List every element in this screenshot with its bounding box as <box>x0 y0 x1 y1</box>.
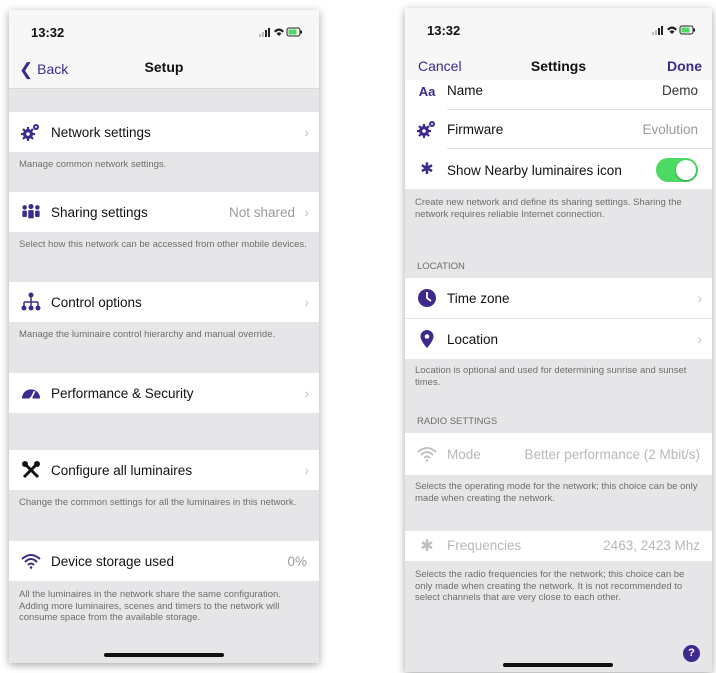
network-note: Create new network and define its sharin… <box>415 197 682 220</box>
page-title: Setup <box>144 59 184 75</box>
network-settings-label: Network settings <box>51 125 151 140</box>
nav-bar: Cancel Settings Done <box>405 44 712 80</box>
control-options-row[interactable]: Control options › <box>9 282 319 322</box>
chevron-right-icon: › <box>697 290 702 306</box>
configure-all-footer: Change the common settings for all the l… <box>9 490 319 541</box>
people-icon <box>21 202 41 222</box>
time-zone-label: Time zone <box>447 291 510 306</box>
status-icons <box>259 27 302 37</box>
configure-all-label: Configure all luminaires <box>51 463 193 478</box>
wifi-icon <box>417 444 437 464</box>
chevron-right-icon: › <box>304 462 309 478</box>
firmware-label: Firmware <box>447 122 504 137</box>
group-spacer <box>9 89 319 112</box>
sharing-settings-value: Not shared <box>228 205 295 220</box>
sharing-settings-row[interactable]: Sharing settings Not shared › <box>9 192 319 232</box>
nav-bar: ❮ Back Setup <box>9 46 319 89</box>
frequencies-value: 2463, 2423 Mhz <box>603 538 700 553</box>
sharing-settings-note: Select how this network can be accessed … <box>19 239 307 250</box>
done-button[interactable]: Done <box>667 58 702 74</box>
location-header: LOCATION <box>417 261 465 272</box>
gears-icon <box>417 119 437 139</box>
setup-screen: 13:32 ❮ Back Setup Network settings › Ma… <box>9 10 319 663</box>
configure-all-row[interactable]: Configure all luminaires › <box>9 450 319 490</box>
mode-label: Mode <box>447 447 481 462</box>
status-time: 13:32 <box>427 23 461 38</box>
settings-screen: 13:32 Cancel Settings Done Aa Name Demo … <box>405 8 712 672</box>
sharing-settings-footer: Select how this network can be accessed … <box>9 232 319 282</box>
network-settings-note: Manage common network settings. <box>19 159 167 170</box>
status-bar: 13:32 <box>9 10 319 46</box>
device-storage-row[interactable]: Device storage used 0% <box>9 541 319 581</box>
tools-icon <box>21 460 41 480</box>
location-pin-icon <box>417 329 437 349</box>
nearby-icon-toggle[interactable] <box>656 158 698 182</box>
firmware-row[interactable]: Firmware Evolution <box>405 110 712 148</box>
control-options-label: Control options <box>51 295 142 310</box>
device-storage-value: 0% <box>287 554 307 569</box>
network-settings-row[interactable]: Network settings › <box>9 112 319 152</box>
chevron-right-icon: › <box>304 124 309 140</box>
speedometer-icon <box>21 383 41 403</box>
frequencies-row: ✱ Frequencies 2463, 2423 Mhz <box>405 531 712 561</box>
home-indicator[interactable] <box>104 653 224 657</box>
chevron-right-icon: › <box>304 204 309 220</box>
frequencies-note: Selects the radio frequencies for the ne… <box>415 569 685 603</box>
status-time: 13:32 <box>31 25 65 40</box>
device-storage-footer: All the luminaires in the network share … <box>9 581 319 663</box>
chevron-right-icon: › <box>697 331 702 347</box>
bluetooth-icon: ✱ <box>420 161 434 178</box>
device-storage-label: Device storage used <box>51 554 175 569</box>
home-indicator[interactable] <box>503 663 613 667</box>
chevron-right-icon: › <box>304 294 309 310</box>
radio-settings-header: RADIO SETTINGS <box>417 416 498 427</box>
name-value: Demo <box>661 83 698 98</box>
mode-value: Better performance (2 Mbit/s) <box>524 447 700 462</box>
name-label: Name <box>447 83 484 98</box>
location-note: Location is optional and used for determ… <box>415 365 687 388</box>
text-icon: Aa <box>418 83 436 99</box>
clock-icon <box>417 288 437 308</box>
status-icons <box>652 25 695 35</box>
configure-all-note: Change the common settings for all the l… <box>19 497 297 508</box>
performance-security-row[interactable]: Performance & Security › <box>9 373 319 413</box>
name-row[interactable]: Aa Name Demo <box>405 80 712 104</box>
wifi-icon <box>21 551 41 571</box>
mode-note: Selects the operating mode for the netwo… <box>415 481 698 504</box>
group-spacer <box>9 413 319 450</box>
control-options-footer: Manage the luminaire control hierarchy a… <box>9 322 319 373</box>
performance-security-label: Performance & Security <box>51 386 194 401</box>
nearby-icon-row: ✱ Show Nearby luminaires icon <box>405 149 712 189</box>
nearby-icon-label: Show Nearby luminaires icon <box>447 163 622 178</box>
device-storage-note: All the luminaires in the network share … <box>19 589 281 623</box>
page-title: Settings <box>530 58 587 74</box>
gears-icon <box>21 122 41 142</box>
status-bar: 13:32 <box>405 8 712 44</box>
time-zone-row[interactable]: Time zone › <box>405 278 712 318</box>
control-options-note: Manage the luminaire control hierarchy a… <box>19 329 276 340</box>
network-settings-footer: Manage common network settings. <box>9 152 319 192</box>
chevron-right-icon: › <box>304 385 309 401</box>
settings-group-bg <box>405 189 712 531</box>
frequencies-footer: Selects the radio frequencies for the ne… <box>405 561 712 672</box>
hierarchy-icon <box>21 292 41 312</box>
location-row[interactable]: Location › <box>405 319 712 359</box>
help-icon[interactable]: ? <box>683 645 700 662</box>
sharing-settings-label: Sharing settings <box>51 205 148 220</box>
mode-row: Mode Better performance (2 Mbit/s) <box>405 433 712 475</box>
bluetooth-icon: ✱ <box>420 538 434 555</box>
location-label: Location <box>447 332 499 347</box>
firmware-value: Evolution <box>642 122 698 137</box>
frequencies-label: Frequencies <box>447 538 522 553</box>
